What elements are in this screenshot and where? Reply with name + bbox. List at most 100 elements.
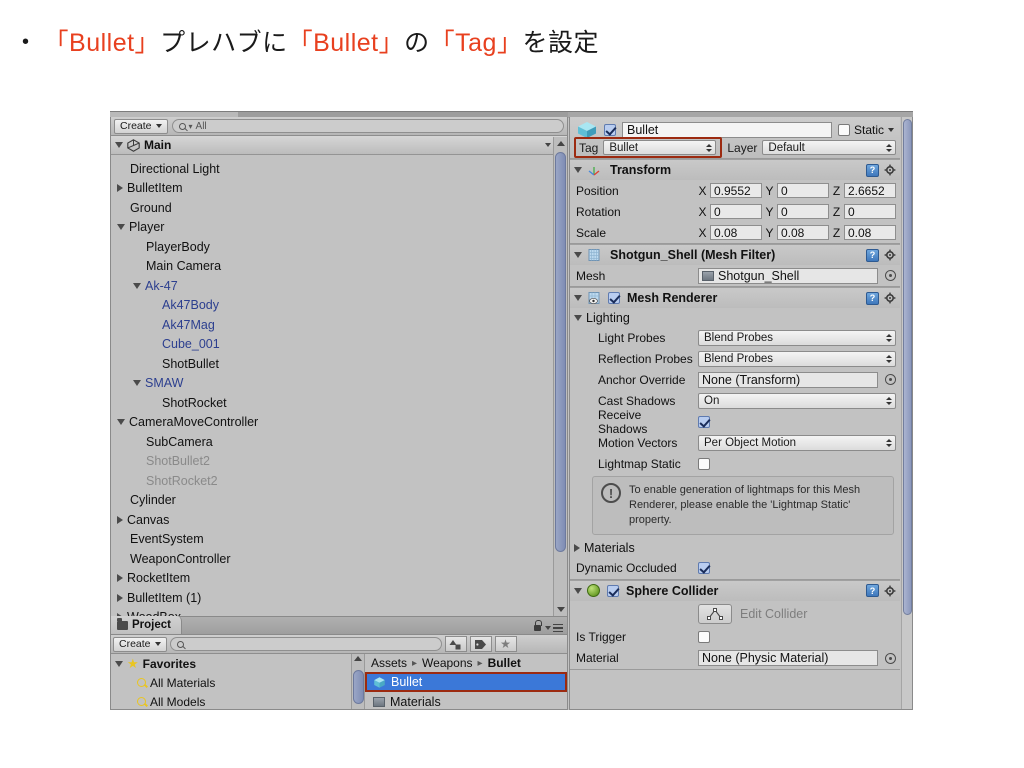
chevron-down-icon[interactable] xyxy=(117,419,125,426)
scroll-down-arrow-icon[interactable] xyxy=(556,603,565,616)
axis-input-y[interactable]: 0 xyxy=(777,183,829,198)
hierarchy-scene-row[interactable]: Main xyxy=(111,136,567,155)
help-icon[interactable]: ? xyxy=(866,163,879,177)
object-name-input[interactable]: Bullet xyxy=(622,121,832,138)
favorites-item-all-materials[interactable]: All Materials xyxy=(111,673,351,692)
hierarchy-item[interactable]: ShotRocket xyxy=(111,393,553,413)
lock-icon[interactable] xyxy=(534,619,542,631)
gear-icon[interactable] xyxy=(884,249,896,261)
chevron-right-icon[interactable] xyxy=(117,574,123,583)
tab-project[interactable]: Project xyxy=(111,616,182,634)
filter-by-type-icon[interactable] xyxy=(444,636,467,652)
tag-dropdown[interactable]: Bullet xyxy=(603,140,717,155)
hierarchy-item[interactable]: BulletItem xyxy=(111,179,553,199)
chevron-down-icon[interactable] xyxy=(888,127,894,132)
chevron-down-icon[interactable] xyxy=(574,587,582,594)
chevron-down-icon[interactable] xyxy=(574,252,582,258)
hierarchy-item[interactable]: Ak47Body xyxy=(111,296,553,316)
hierarchy-item[interactable]: Directional Light xyxy=(111,159,553,179)
axis-input-x[interactable]: 0.08 xyxy=(710,225,762,240)
materials-foldout[interactable]: Materials xyxy=(570,539,900,558)
sphere-collider-header[interactable]: Sphere Collider ? xyxy=(570,580,900,601)
axis-input-z[interactable]: 2.6652 xyxy=(844,183,896,198)
inspector-scrollbar[interactable] xyxy=(901,117,912,709)
asset-item-materials[interactable]: Materials xyxy=(365,692,567,709)
dynamic-occluded-checkbox[interactable] xyxy=(698,562,710,575)
breadcrumb-item-assets[interactable]: Assets xyxy=(371,656,407,670)
hierarchy-item[interactable]: Ak-47 xyxy=(111,276,553,296)
layer-dropdown[interactable]: Default xyxy=(762,140,896,155)
physic-material-field[interactable]: None (Physic Material) xyxy=(698,650,878,667)
scrollbar-thumb[interactable] xyxy=(903,119,912,615)
chevron-down-icon[interactable] xyxy=(574,314,582,321)
object-picker-icon[interactable] xyxy=(885,652,896,664)
favorites-root-row[interactable]: ★ Favorites xyxy=(111,654,351,673)
hierarchy-item[interactable]: SMAW xyxy=(111,374,553,394)
hierarchy-item[interactable]: Main Camera xyxy=(111,257,553,277)
gear-icon[interactable] xyxy=(884,585,896,597)
hierarchy-create-button[interactable]: Create xyxy=(114,118,168,134)
mesh-object-field[interactable]: Shotgun_Shell xyxy=(698,267,878,284)
mesh-renderer-enabled-checkbox[interactable] xyxy=(608,292,620,304)
hierarchy-item[interactable]: EventSystem xyxy=(111,530,553,550)
hierarchy-item[interactable]: ShotBullet xyxy=(111,354,553,374)
is-trigger-checkbox[interactable] xyxy=(698,631,710,644)
hierarchy-item[interactable]: ShotRocket2 xyxy=(111,471,553,491)
breadcrumb-item-weapons[interactable]: Weapons xyxy=(422,656,472,670)
gear-icon[interactable] xyxy=(884,164,896,176)
chevron-down-icon[interactable] xyxy=(117,224,125,231)
chevron-down-icon[interactable] xyxy=(133,380,141,387)
mesh-renderer-header[interactable]: Mesh Renderer ? xyxy=(570,288,900,308)
chevron-right-icon[interactable] xyxy=(117,184,123,193)
scrollbar-thumb[interactable] xyxy=(353,670,364,704)
hierarchy-item[interactable]: Ak47Mag xyxy=(111,315,553,335)
hierarchy-search-input[interactable]: ▾ All xyxy=(171,119,564,133)
hierarchy-tree[interactable]: Directional Light BulletItem Ground Player P… xyxy=(111,156,553,616)
scroll-up-arrow-icon[interactable] xyxy=(352,654,364,661)
reflection-probes-dropdown[interactable]: Blend Probes xyxy=(698,350,896,367)
chevron-down-icon[interactable] xyxy=(133,282,141,289)
hierarchy-item[interactable]: Cylinder xyxy=(111,491,553,511)
axis-input-y[interactable]: 0.08 xyxy=(777,225,829,240)
tag-field-group[interactable]: Tag Bullet xyxy=(574,137,723,158)
help-icon[interactable]: ? xyxy=(866,584,879,598)
hierarchy-item[interactable]: ShotBullet2 xyxy=(111,452,553,472)
help-icon[interactable]: ? xyxy=(866,291,879,305)
edit-collider-button[interactable] xyxy=(698,603,732,624)
filter-by-label-icon[interactable] xyxy=(469,636,492,652)
project-asset-list[interactable]: Assets ▸ Weapons ▸ Bullet Bullet Materia… xyxy=(365,654,567,709)
hierarchy-item[interactable]: Canvas xyxy=(111,510,553,530)
project-scrollbar[interactable] xyxy=(351,654,365,709)
project-search-input[interactable] xyxy=(169,637,442,651)
axis-input-x[interactable]: 0 xyxy=(710,204,762,219)
light-probes-dropdown[interactable]: Blend Probes xyxy=(698,329,896,346)
lightmap-static-checkbox[interactable] xyxy=(698,457,710,470)
chevron-down-icon[interactable] xyxy=(574,295,582,301)
cast-shadows-dropdown[interactable]: On xyxy=(698,392,896,409)
project-create-button[interactable]: Create xyxy=(113,636,167,652)
chevron-down-icon[interactable] xyxy=(115,660,123,667)
project-favorites-tree[interactable]: ★ Favorites All Materials All Models xyxy=(111,654,351,709)
chevron-right-icon[interactable] xyxy=(117,515,123,524)
scrollbar-thumb[interactable] xyxy=(555,152,566,552)
help-icon[interactable]: ? xyxy=(866,248,879,262)
favorites-filter-icon[interactable]: ★ xyxy=(494,636,517,652)
hierarchy-item[interactable]: Ground xyxy=(111,198,553,218)
breadcrumb-item-bullet[interactable]: Bullet xyxy=(488,656,521,670)
sphere-collider-enabled-checkbox[interactable] xyxy=(607,584,619,597)
hierarchy-scrollbar[interactable] xyxy=(553,137,567,616)
receive-shadows-checkbox[interactable] xyxy=(698,415,710,428)
static-checkbox[interactable] xyxy=(837,123,850,136)
favorites-item-all-models[interactable]: All Models xyxy=(111,692,351,709)
axis-input-z[interactable]: 0 xyxy=(844,204,896,219)
gear-icon[interactable] xyxy=(884,292,896,304)
chevron-right-icon[interactable] xyxy=(117,593,123,602)
chevron-down-icon[interactable] xyxy=(574,167,582,173)
object-picker-icon[interactable] xyxy=(885,374,896,385)
scroll-up-arrow-icon[interactable] xyxy=(556,137,565,150)
mesh-filter-header[interactable]: Shotgun_Shell (Mesh Filter) ? xyxy=(570,245,900,265)
lighting-foldout[interactable]: Lighting xyxy=(570,308,900,327)
hierarchy-item[interactable]: WoodBox xyxy=(111,608,553,616)
chevron-down-icon[interactable] xyxy=(115,142,123,148)
hierarchy-item[interactable]: PlayerBody xyxy=(111,237,553,257)
